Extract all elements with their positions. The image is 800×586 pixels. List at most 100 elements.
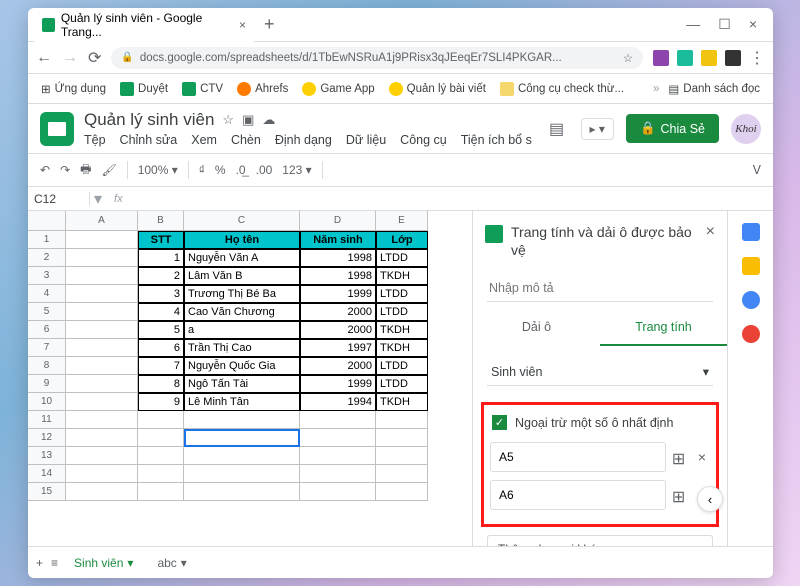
bookmark-item[interactable]: Quản lý bài viết [384,79,491,99]
menu-tools[interactable]: Công cụ [400,133,447,147]
window-controls: — ☐ × [686,16,767,33]
percent-button[interactable]: % [215,163,226,177]
ext-icon[interactable] [701,50,717,66]
bookmark-item[interactable]: CTV [177,79,228,99]
menu-bar: Tệp Chỉnh sửa Xem Chèn Định dạng Dữ liệu… [84,133,532,147]
avatar[interactable]: Khoi [731,114,761,144]
grid-select-icon[interactable]: ⊞ [672,449,688,465]
chevron-down-icon: ▾ [703,364,709,379]
except-section: ✓ Ngoại trừ một số ô nhất định ⊞ × ⊞ × [481,402,719,527]
bookmark-item[interactable]: ⊞Ứng dụng [36,79,111,99]
move-icon[interactable]: ▣ [242,112,254,128]
bookmarks-bar: ⊞Ứng dụng Duyệt CTV Ahrefs Game App Quản… [28,74,773,104]
redo-icon[interactable]: ↷ [60,163,70,177]
menu-insert[interactable]: Chèn [231,133,261,147]
bookmark-item[interactable]: Game App [297,79,379,99]
add-sheet-icon[interactable]: + [36,556,43,570]
dec-button[interactable]: .0̲ [236,163,246,177]
sheet-tab[interactable]: abc ▾ [149,553,194,573]
menu-view[interactable]: Xem [191,133,217,147]
browser-tab[interactable]: Quản lý sinh viên - Google Trang... × [34,8,254,43]
tab-sheet[interactable]: Trang tính [600,310,727,346]
sheets-logo[interactable] [40,112,74,146]
menu-icon[interactable]: ⋮ [749,48,765,68]
format-select[interactable]: 123 ▾ [282,163,311,177]
fx-label: fx [106,193,131,205]
bookmark-item[interactable]: Công cụ check thừ... [495,79,629,99]
sheets-icon [182,82,196,96]
back-icon[interactable]: ← [36,49,52,67]
checkbox-checked-icon[interactable]: ✓ [492,415,507,430]
reload-icon[interactable]: ⟳ [88,48,101,68]
list-icon: ▤ [668,82,679,96]
maximize-icon[interactable]: ☐ [718,16,731,33]
range-input[interactable] [490,442,666,472]
ext-icon[interactable] [653,50,669,66]
lock-icon: 🔒 [640,121,656,136]
spreadsheet-grid[interactable]: ABCDE1STTHọ tênNăm sinhLớp21Nguyễn Văn A… [28,211,472,546]
close-window-icon[interactable]: × [749,16,757,33]
titlebar: Quản lý sinh viên - Google Trang... × + … [28,8,773,42]
except-checkbox-row[interactable]: ✓ Ngoại trừ một số ô nhất định [490,411,710,434]
sheets-icon [120,82,134,96]
menu-addons[interactable]: Tiện ích bổ s [461,133,532,147]
remove-range-icon[interactable]: × [694,449,710,465]
range-input[interactable] [490,480,666,510]
description-input[interactable] [487,275,713,302]
tasks-icon[interactable] [742,291,760,309]
doc-icon [500,82,514,96]
explore-button[interactable]: ‹ [697,486,723,512]
reading-list[interactable]: ▤Danh sách đọc [663,79,765,99]
paint-icon[interactable]: 🖌 [101,163,116,177]
currency-button[interactable]: ₫ [199,163,205,177]
contacts-icon[interactable] [742,325,760,343]
undo-icon[interactable]: ↶ [40,163,50,177]
menu-data[interactable]: Dữ liệu [346,133,386,147]
dec2-button[interactable]: .00 [256,163,273,177]
menu-format[interactable]: Định dạng [275,133,332,147]
star-icon[interactable]: ☆ [623,51,633,65]
url-field[interactable]: 🔒 docs.google.com/spreadsheets/d/1TbEwNS… [111,47,643,69]
folder-icon [389,82,403,96]
bookmark-item[interactable]: Duyệt [115,79,173,99]
meet-button[interactable]: ▸ ▾ [581,118,614,140]
share-button[interactable]: 🔒Chia Sẻ [626,114,719,143]
doc-title[interactable]: Quản lý sinh viên [84,110,214,130]
bookmark-item[interactable]: Ahrefs [232,79,293,99]
tab-range[interactable]: Dải ô [473,310,600,346]
calendar-icon[interactable] [742,223,760,241]
ext-icon[interactable] [677,50,693,66]
ahrefs-icon [237,82,251,96]
sheet-tab-active[interactable]: Sinh viên ▾ [66,553,141,573]
tab-title: Quản lý sinh viên - Google Trang... [61,11,231,39]
grid-select-icon[interactable]: ⊞ [672,487,688,503]
extension-icons: ⋮ [653,48,765,68]
all-sheets-icon[interactable]: ≡ [51,556,58,570]
minimize-icon[interactable]: — [686,16,700,33]
sheet-tabs: + ≡ Sinh viên ▾ abc ▾ [28,546,773,578]
sheets-icon [42,18,55,32]
keep-icon[interactable] [742,257,760,275]
forward-icon[interactable]: → [62,49,78,67]
more-toolbar-icon[interactable]: ᐯ [753,163,761,177]
close-icon[interactable]: × [239,18,246,32]
zoom-select[interactable]: 100% ▾ [138,163,178,177]
menu-edit[interactable]: Chỉnh sửa [120,133,178,147]
cloud-icon[interactable]: ☁ [262,112,275,128]
doc-header: Quản lý sinh viên ☆ ▣ ☁ Tệp Chỉnh sửa Xe… [28,104,773,153]
lock-icon: 🔒 [121,52,133,63]
star-icon[interactable]: ☆ [222,112,234,128]
address-bar: ← → ⟳ 🔒 docs.google.com/spreadsheets/d/1… [28,42,773,74]
close-icon[interactable]: × [706,223,715,259]
ext-icon[interactable] [725,50,741,66]
apps-icon: ⊞ [41,82,51,96]
protect-panel: Trang tính và dải ô được bảo vệ × Dải ô … [472,211,727,546]
add-range-button[interactable]: Thêm phạm vi khác [487,535,713,546]
comments-icon[interactable]: ▤ [545,117,569,141]
panel-title: Trang tính và dải ô được bảo vệ [511,223,698,259]
print-icon[interactable]: 🖶 [80,160,91,181]
menu-file[interactable]: Tệp [84,133,106,147]
namebox[interactable]: C12 [28,192,90,206]
sheet-select[interactable]: Sinh viên ▾ [487,358,713,386]
new-tab-button[interactable]: + [264,14,275,35]
